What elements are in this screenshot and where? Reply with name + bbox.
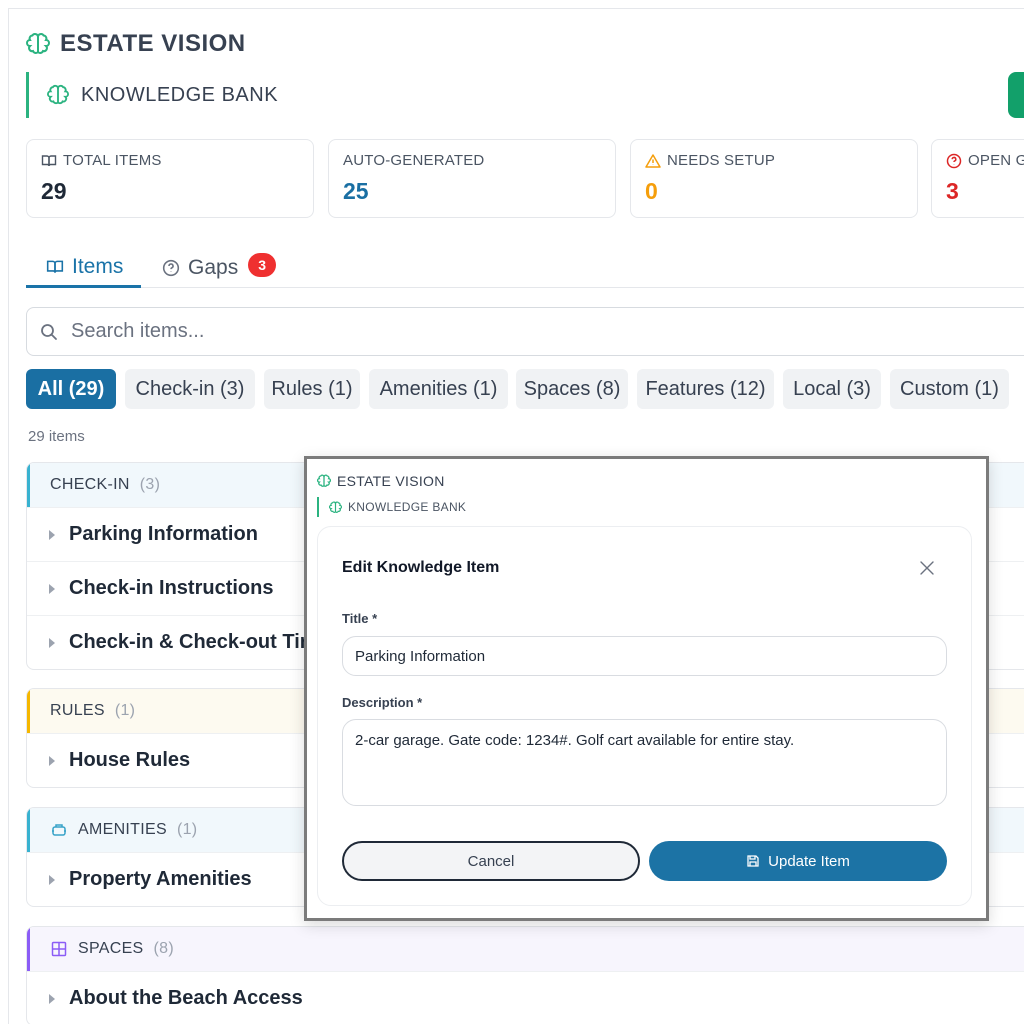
close-icon[interactable] xyxy=(918,559,936,577)
expand-caret-icon xyxy=(49,993,55,1004)
gaps-count-badge: 3 xyxy=(248,253,277,277)
filter-chip-all[interactable]: All (29) xyxy=(26,369,116,409)
dialog-title: Edit Knowledge Item xyxy=(342,559,500,576)
tab-bar: Items Gaps 3 xyxy=(26,240,1024,288)
description-field-label: Description * xyxy=(342,695,423,710)
stat-value: 3 xyxy=(946,178,959,204)
stat-card-open-gaps: OPEN G 3 xyxy=(931,139,1024,218)
description-field[interactable]: 2-car garage. Gate code: 1234#. Golf car… xyxy=(342,719,947,806)
search-bar xyxy=(26,307,1024,356)
filter-chip-check-in[interactable]: Check-in (3) xyxy=(125,369,255,409)
group-header[interactable]: SPACES (8) xyxy=(27,927,1024,971)
group-spaces: SPACES (8) About the Beach Access xyxy=(26,926,1024,1024)
title-field-label: Title * xyxy=(342,611,378,626)
modal-page-title: KNOWLEDGE BANK xyxy=(348,500,467,514)
brain-icon xyxy=(47,84,69,105)
modal-page-header: KNOWLEDGE BANK xyxy=(317,497,466,517)
filter-chip-local[interactable]: Local (3) xyxy=(783,369,881,409)
filter-chip-custom[interactable]: Custom (1) xyxy=(890,369,1009,409)
filter-chip-features[interactable]: Features (12) xyxy=(637,369,774,409)
stat-card-auto-generated: AUTO-GENERATED 25 xyxy=(328,139,616,218)
group-title: SPACES xyxy=(78,940,144,957)
expand-caret-icon xyxy=(49,637,55,648)
item-title: About the Beach Access xyxy=(69,987,303,1009)
stat-card-total-items: TOTAL ITEMS 29 xyxy=(26,139,314,218)
book-icon xyxy=(41,154,57,166)
question-circle-icon xyxy=(946,153,962,168)
stat-label: NEEDS SETUP xyxy=(667,152,776,169)
filter-chip-amenities[interactable]: Amenities (1) xyxy=(369,369,508,409)
group-title: CHECK-IN xyxy=(50,476,130,493)
page-header: KNOWLEDGE BANK xyxy=(26,72,278,118)
app-title: ESTATE VISION xyxy=(26,30,246,58)
group-count: (3) xyxy=(139,476,161,493)
stat-label: TOTAL ITEMS xyxy=(63,152,162,169)
search-input[interactable] xyxy=(71,320,971,343)
tab-label: Items xyxy=(72,254,124,278)
expand-caret-icon xyxy=(49,529,55,540)
modal-app-title: ESTATE VISION xyxy=(317,473,445,489)
group-title: RULES xyxy=(50,702,105,719)
group-title: AMENITIES xyxy=(78,821,167,838)
expand-caret-icon xyxy=(49,755,55,766)
stat-value: 29 xyxy=(41,178,67,204)
modal-app-title-text: ESTATE VISION xyxy=(337,473,445,489)
app-title-text: ESTATE VISION xyxy=(60,30,246,57)
warning-icon xyxy=(645,153,661,168)
item-count: 29 items xyxy=(28,428,85,445)
brain-icon xyxy=(26,33,50,54)
item-title: Check-in Instructions xyxy=(69,577,274,599)
item-title: Check-in & Check-out Time xyxy=(69,631,329,653)
save-icon xyxy=(747,855,759,867)
search-icon xyxy=(41,323,57,340)
item-title: Parking Information xyxy=(69,523,258,545)
question-circle-icon xyxy=(162,259,180,277)
book-icon xyxy=(46,260,64,273)
stat-card-needs-setup: NEEDS SETUP 0 xyxy=(630,139,918,218)
update-item-label: Update Item xyxy=(768,852,850,870)
brain-icon xyxy=(329,501,342,513)
tab-label: Gaps xyxy=(188,256,239,279)
stat-label: AUTO-GENERATED xyxy=(343,152,485,169)
grid-icon xyxy=(51,941,67,957)
header-action-button[interactable] xyxy=(1008,72,1024,118)
stat-value: 0 xyxy=(645,178,658,204)
filter-chip-spaces[interactable]: Spaces (8) xyxy=(516,369,628,409)
group-count: (1) xyxy=(176,821,198,838)
item-title: Property Amenities xyxy=(69,868,252,890)
edit-form-card: Edit Knowledge Item Title * Parking Info… xyxy=(317,526,972,906)
group-count: (8) xyxy=(153,940,174,957)
stat-value: 25 xyxy=(343,178,369,204)
list-item[interactable]: About the Beach Access xyxy=(27,971,1024,1024)
stat-label: OPEN G xyxy=(968,152,1024,169)
expand-caret-icon xyxy=(49,583,55,594)
cancel-button[interactable]: Cancel xyxy=(342,841,640,881)
tab-gaps[interactable]: Gaps 3 xyxy=(162,248,277,288)
brain-icon xyxy=(317,474,331,487)
filter-chip-rules[interactable]: Rules (1) xyxy=(264,369,360,409)
title-field[interactable]: Parking Information xyxy=(342,636,947,676)
edit-item-modal: ESTATE VISION KNOWLEDGE BANK Edit Knowle… xyxy=(304,456,989,921)
amenities-icon xyxy=(52,824,66,836)
tab-items[interactable]: Items xyxy=(26,248,141,288)
group-count: (1) xyxy=(114,702,136,719)
page-title: KNOWLEDGE BANK xyxy=(81,83,279,106)
update-item-button[interactable]: Update Item xyxy=(649,841,947,881)
expand-caret-icon xyxy=(49,874,55,885)
item-title: House Rules xyxy=(69,749,191,771)
